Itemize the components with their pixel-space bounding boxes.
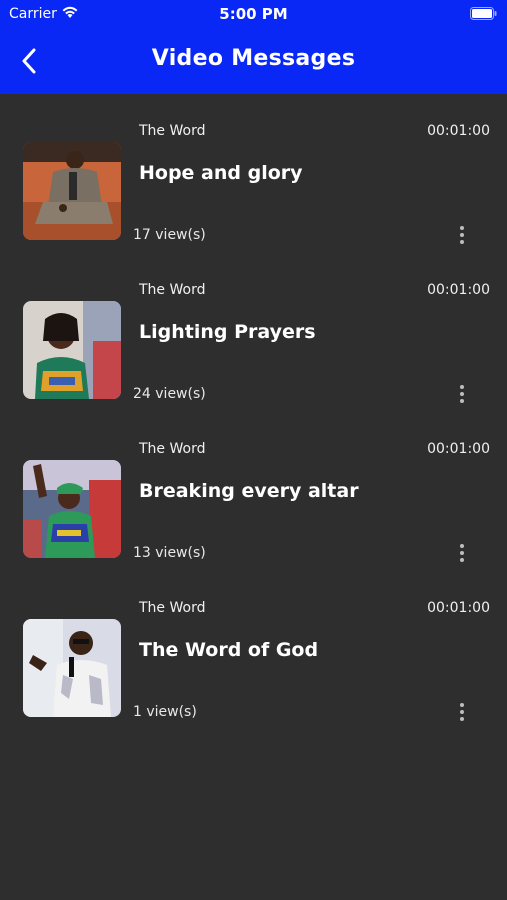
video-duration: 00:01:00 [427, 123, 490, 139]
video-category: The Word [139, 441, 206, 457]
more-options-button[interactable] [452, 381, 472, 407]
video-category: The Word [139, 123, 206, 139]
video-duration: 00:01:00 [427, 600, 490, 616]
more-options-button[interactable] [452, 540, 472, 566]
more-vertical-icon [460, 226, 464, 230]
video-item[interactable]: The Word 00:01:00 The Word of God 1 view… [0, 571, 507, 730]
video-title[interactable]: Breaking every altar [139, 480, 359, 502]
video-duration: 00:01:00 [427, 441, 490, 457]
more-vertical-icon [460, 544, 464, 548]
video-title[interactable]: The Word of God [139, 639, 318, 661]
video-category: The Word [139, 282, 206, 298]
battery-icon [470, 7, 497, 20]
page-title: Video Messages [151, 46, 356, 71]
video-title[interactable]: Hope and glory [139, 162, 303, 184]
video-views: 13 view(s) [133, 545, 206, 561]
video-views: 1 view(s) [133, 704, 197, 720]
more-vertical-icon [460, 703, 464, 707]
app-header: Carrier 5:00 PM Video Messages [0, 0, 507, 94]
preacher-thumbnail [23, 619, 121, 717]
video-item[interactable]: The Word 00:01:00 Hope and glory 17 view… [0, 94, 507, 253]
video-category: The Word [139, 600, 206, 616]
video-title[interactable]: Lighting Prayers [139, 321, 316, 343]
video-thumbnail[interactable] [23, 460, 121, 558]
man-seated-thumbnail [23, 142, 121, 240]
woman-smiling-thumbnail [23, 301, 121, 399]
woman-worship-thumbnail [23, 460, 121, 558]
video-thumbnail[interactable] [23, 301, 121, 399]
video-duration: 00:01:00 [427, 282, 490, 298]
video-item[interactable]: The Word 00:01:00 Breaking every altar 1… [0, 412, 507, 571]
video-thumbnail[interactable] [23, 142, 121, 240]
video-views: 17 view(s) [133, 227, 206, 243]
video-thumbnail[interactable] [23, 619, 121, 717]
status-time: 5:00 PM [219, 5, 288, 23]
video-list: The Word 00:01:00 Hope and glory 17 view… [0, 94, 507, 730]
video-views: 24 view(s) [133, 386, 206, 402]
more-vertical-icon [460, 385, 464, 389]
more-options-button[interactable] [452, 222, 472, 248]
status-bar: Carrier 5:00 PM [0, 0, 507, 28]
video-item[interactable]: The Word 00:01:00 Lighting Prayers 24 vi… [0, 253, 507, 412]
more-options-button[interactable] [452, 699, 472, 725]
